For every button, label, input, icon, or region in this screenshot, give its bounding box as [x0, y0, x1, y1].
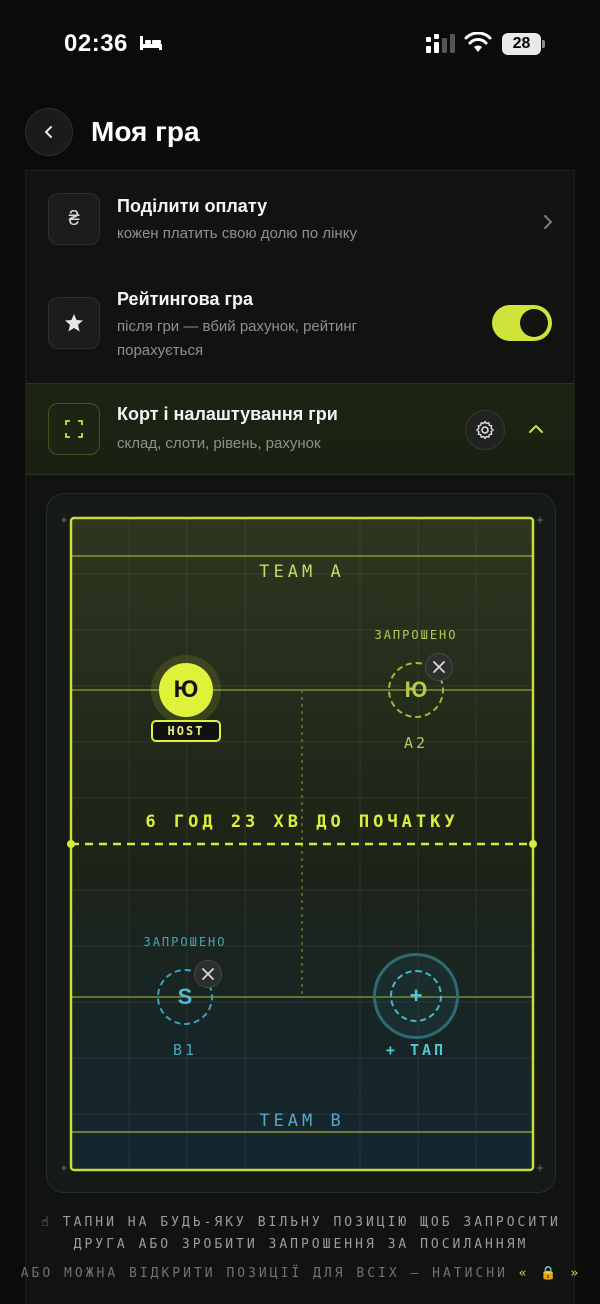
- court-lines: [61, 516, 543, 1172]
- toggle-knob: [520, 309, 548, 337]
- rated-game-toggle[interactable]: [492, 305, 552, 341]
- hryvnia-symbol: ₴: [68, 207, 80, 230]
- add-player-ring[interactable]: +: [373, 953, 459, 1039]
- tap-label: + ТАП: [385, 1041, 447, 1059]
- game-settings-card: ₴ Поділити оплату кожен платить свою дол…: [21, 170, 578, 1304]
- cellular-signal-icon: [426, 34, 455, 53]
- court-frame-icon: [48, 403, 100, 455]
- battery-tip: [542, 40, 545, 48]
- team-b-label: TEAM B: [259, 1111, 345, 1131]
- b1-remove-button[interactable]: [194, 960, 222, 988]
- hint-line-3: АБО МОЖНА ВІДКРИТИ ПОЗИЦІЇ ДЛЯ ВСІХ — НА…: [1, 1266, 600, 1281]
- host-avatar: Ю: [159, 663, 213, 717]
- status-bar: 02:36 28: [0, 0, 600, 88]
- back-button[interactable]: [25, 108, 73, 156]
- hryvnia-icon: ₴: [48, 193, 100, 245]
- a2-name: A2: [403, 734, 429, 752]
- host-badge: HOST: [151, 720, 221, 742]
- wifi-icon: [464, 32, 492, 52]
- lock-hint-accent[interactable]: « 🔒 »: [519, 1266, 582, 1281]
- hint-line-1: ☝ ТАПНИ НА БУДЬ-ЯКУ ВІЛЬНУ ПОЗИЦІЮ ЩОБ З…: [41, 1215, 561, 1230]
- split-payment-subtitle: кожен платить свою долю по лінку: [117, 225, 357, 242]
- gear-button[interactable]: [465, 410, 505, 450]
- hint-line-2: ДРУГА АБО ЗРОБИТИ ЗАПРОШЕННЯ ЗА ПОСИЛАНН…: [73, 1237, 529, 1252]
- chevron-up-icon: [529, 425, 543, 433]
- star-icon: [48, 297, 100, 349]
- hint-line-3-text: АБО МОЖНА ВІДКРИТИ ПОЗИЦІЇ ДЛЯ ВСІХ — НА…: [20, 1266, 508, 1281]
- close-icon: [202, 968, 214, 980]
- a2-status: ЗАПРОШЕНО: [374, 628, 458, 642]
- court-settings-row[interactable]: Корт і налаштування гри склад, слоти, рі…: [26, 383, 574, 475]
- chevron-right-icon: [544, 215, 553, 229]
- page-title: Моя гра: [91, 116, 200, 147]
- header: Моя гра: [0, 108, 600, 160]
- plus-icon: +: [390, 970, 442, 1022]
- a2-remove-button[interactable]: [425, 653, 453, 681]
- gear-icon: [476, 420, 494, 440]
- countdown-text: 6 ГОД 23 ХВ ДО ПОЧАТКУ: [145, 812, 459, 832]
- court-diagram: TEAM A TEAM B 6 ГОД 23 ХВ ДО ПОЧАТКУ Ю H…: [46, 493, 556, 1193]
- close-icon: [433, 661, 445, 673]
- b1-status: ЗАПРОШЕНО: [143, 935, 227, 949]
- status-time: 02:36: [64, 30, 128, 57]
- sleep-bed-icon: [140, 36, 162, 50]
- chevron-left-icon: [45, 126, 52, 138]
- battery-indicator: 28: [502, 33, 546, 55]
- court-settings-title: Корт і налаштування гри: [117, 404, 338, 424]
- rated-game-subtitle: після гри — вбий рахунок, рейтинг пораху…: [117, 318, 358, 359]
- split-payment-row[interactable]: ₴ Поділити оплату кожен платить свою дол…: [26, 171, 574, 273]
- split-payment-title: Поділити оплату: [117, 196, 268, 216]
- battery-level: 28: [502, 33, 541, 55]
- team-a-label: TEAM A: [259, 562, 345, 582]
- b1-name: B1: [172, 1041, 198, 1059]
- collapse-button[interactable]: [521, 414, 551, 444]
- court-settings-subtitle: склад, слоти, рівень, рахунок: [117, 435, 321, 452]
- rated-game-title: Рейтингова гра: [117, 289, 253, 309]
